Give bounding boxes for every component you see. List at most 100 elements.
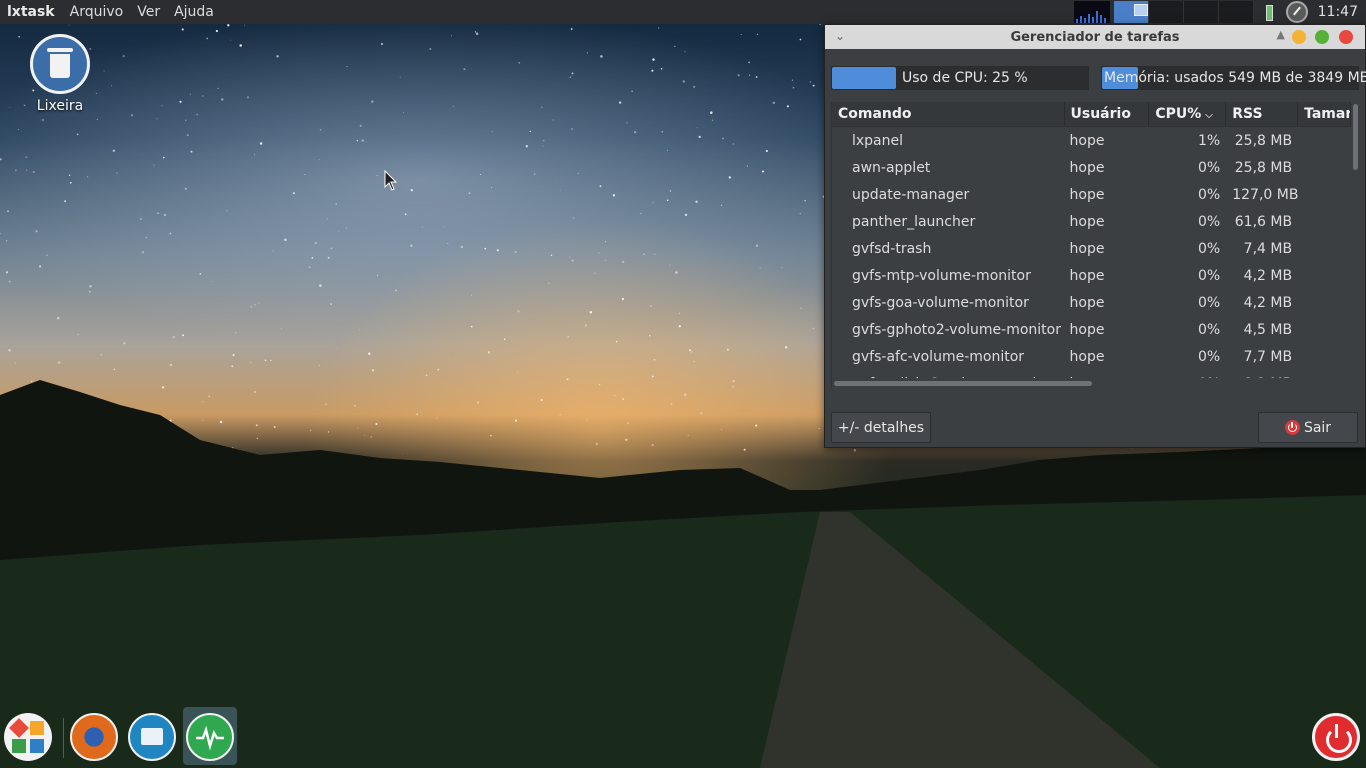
table-row[interactable]: gvfs-gphoto2-volume-monitor hope 0% 4,5 MB	[832, 316, 1351, 343]
cell-cpu: 0%	[1198, 159, 1221, 176]
clock[interactable]: 11:47	[1318, 4, 1366, 20]
quit-button-label: Sair	[1303, 419, 1332, 436]
memory-usage-label: Memória: usados 549 MB de 3849 MB	[1104, 70, 1366, 86]
cell-user: hope	[1069, 321, 1105, 338]
vertical-scrollbar[interactable]	[1351, 102, 1361, 388]
column-header-cpu-label: CPU%	[1155, 106, 1202, 122]
cell-user: hope	[1069, 132, 1105, 149]
close-button[interactable]	[1339, 30, 1353, 44]
column-header-rss[interactable]: RSS	[1226, 102, 1299, 126]
workspace-1[interactable]	[1113, 1, 1149, 23]
table-row[interactable]: awn-applet hope 0% 25,8 MB	[832, 154, 1351, 181]
cell-cpu: 0%	[1198, 294, 1221, 311]
chevron-down-icon[interactable]: ⌄	[835, 29, 845, 43]
quit-button[interactable]: Sair	[1258, 412, 1358, 443]
cell-cpu: 0%	[1198, 348, 1221, 365]
firefox-icon[interactable]	[70, 713, 118, 761]
cpu-usage-label: Uso de CPU: 25 %	[902, 70, 1028, 86]
cell-command: gvfs-gphoto2-volume-monitor	[852, 321, 1061, 338]
cell-rss: 61,6 MB	[1234, 213, 1293, 230]
table-body: lxpanel hope 1% 25,8 MB awn-applet hope 0% 25,8…	[832, 127, 1351, 389]
app-menu-icon[interactable]	[4, 713, 52, 761]
cell-command: gvfs-mtp-volume-monitor	[852, 267, 1031, 284]
trash-label: Lixeira	[36, 98, 84, 114]
cell-user: hope	[1069, 348, 1105, 365]
minimize-button[interactable]	[1292, 30, 1306, 44]
table-row[interactable]: panther_launcher hope 0% 61,6 MB	[832, 208, 1351, 235]
top-panel: lxtask Arquivo Ver Ajuda 11:47	[0, 0, 1366, 24]
cell-rss: 4,2 MB	[1243, 267, 1293, 284]
system-tray: 11:47	[1073, 0, 1366, 24]
table-row[interactable]: lxpanel hope 1% 25,8 MB	[832, 127, 1351, 154]
cell-user: hope	[1069, 159, 1105, 176]
window-title: Gerenciador de tarefas	[1010, 29, 1180, 45]
table-header: Comando Usuário CPU% ⌵ RSS Tamar	[832, 102, 1351, 127]
cpu-usage-meter: Uso de CPU: 25 %	[831, 66, 1089, 90]
menu-ver[interactable]: Ver	[130, 4, 167, 20]
table-row[interactable]: update-manager hope 0% 127,0 MB	[832, 181, 1351, 208]
menu-ajuda[interactable]: Ajuda	[167, 4, 221, 20]
column-header-command[interactable]: Comando	[832, 102, 1065, 126]
cell-command: panther_launcher	[852, 213, 976, 230]
table-row[interactable]: gvfs-mtp-volume-monitor hope 0% 4,2 MB	[832, 262, 1351, 289]
table-row[interactable]: gvfsd-trash hope 0% 7,4 MB	[832, 235, 1351, 262]
workspace-3[interactable]	[1183, 1, 1219, 23]
cell-user: hope	[1069, 294, 1105, 311]
cell-cpu: 0%	[1198, 213, 1221, 230]
table-row[interactable]: gvfs-afc-volume-monitor hope 0% 7,7 MB	[832, 343, 1351, 370]
task-manager-window: ⌄ Gerenciador de tarefas ▲ Uso de CPU: 2…	[824, 24, 1366, 448]
sort-descending-icon: ⌵	[1205, 110, 1213, 121]
shade-icon[interactable]: ▲	[1277, 28, 1285, 41]
cell-cpu: 0%	[1198, 186, 1221, 203]
files-icon[interactable]	[128, 713, 176, 761]
cell-command: update-manager	[852, 186, 970, 203]
trash-icon	[30, 34, 90, 94]
maximize-button[interactable]	[1315, 30, 1329, 44]
cell-command: lxpanel	[852, 132, 904, 149]
dock	[0, 704, 1366, 768]
window-titlebar[interactable]: ⌄ Gerenciador de tarefas ▲	[825, 25, 1365, 49]
cell-cpu: 0%	[1198, 321, 1221, 338]
cell-rss: 25,8 MB	[1234, 132, 1293, 149]
table-row[interactable]: gvfs-goa-volume-monitor hope 0% 4,2 MB	[832, 289, 1351, 316]
app-name: lxtask	[7, 4, 55, 20]
vertical-scrollbar-thumb[interactable]	[1353, 104, 1358, 170]
column-header-user[interactable]: Usuário	[1065, 102, 1150, 126]
workspace-4[interactable]	[1218, 1, 1254, 23]
cell-user: hope	[1069, 240, 1105, 257]
cell-rss: 7,4 MB	[1243, 240, 1293, 257]
battery-icon[interactable]	[1264, 3, 1274, 21]
column-header-size[interactable]: Tamar	[1298, 102, 1351, 126]
cell-rss: 127,0 MB	[1232, 186, 1299, 203]
cell-rss: 4,2 MB	[1243, 294, 1293, 311]
power-icon[interactable]	[1312, 713, 1360, 761]
horizontal-scrollbar-thumb[interactable]	[834, 381, 1092, 386]
column-header-cpu[interactable]: CPU% ⌵	[1149, 102, 1227, 126]
cpu-usage-fill	[832, 67, 896, 89]
usage-meters: Uso de CPU: 25 % Memória: usados 549 MB …	[831, 66, 1366, 90]
compass-icon[interactable]	[1285, 1, 1308, 23]
cell-user: hope	[1069, 186, 1105, 203]
process-table: Comando Usuário CPU% ⌵ RSS Tamar lxpanel h…	[831, 102, 1351, 388]
cell-rss: 7,7 MB	[1243, 348, 1293, 365]
cell-cpu: 0%	[1198, 240, 1221, 257]
cell-rss: 25,8 MB	[1234, 159, 1293, 176]
cell-command: gvfs-goa-volume-monitor	[852, 294, 1029, 311]
cell-user: hope	[1069, 267, 1105, 284]
cell-cpu: 0%	[1198, 267, 1221, 284]
menu-arquivo[interactable]: Arquivo	[63, 4, 131, 20]
cell-rss: 4,5 MB	[1243, 321, 1293, 338]
system-monitor-icon[interactable]	[186, 713, 234, 761]
workspace-switcher[interactable]	[1113, 1, 1254, 23]
dock-separator	[63, 718, 64, 758]
cell-command: gvfsd-trash	[852, 240, 932, 257]
details-toggle-button[interactable]: +/- detalhes	[831, 412, 931, 443]
workspace-2[interactable]	[1148, 1, 1184, 23]
cell-cpu: 1%	[1198, 132, 1221, 149]
cell-command: gvfs-afc-volume-monitor	[852, 348, 1025, 365]
memory-usage-meter: Memória: usados 549 MB de 3849 MB	[1101, 66, 1366, 90]
desktop-trash[interactable]: Lixeira	[26, 34, 94, 114]
horizontal-scrollbar[interactable]	[832, 378, 1351, 388]
cpu-graph-icon[interactable]	[1073, 1, 1110, 23]
cell-command: awn-applet	[852, 159, 931, 176]
